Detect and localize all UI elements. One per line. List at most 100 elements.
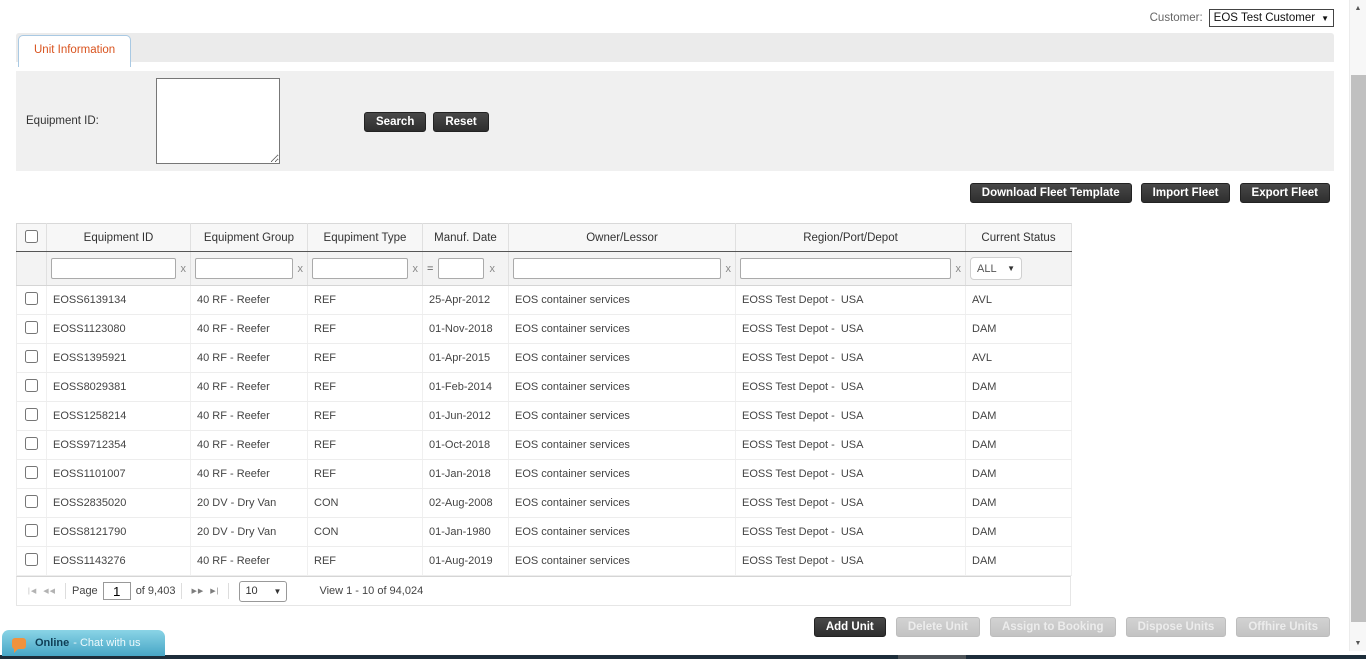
clear-filter-equipment-id[interactable]: x	[181, 263, 187, 275]
tab-strip: Unit Information	[16, 33, 1334, 62]
scroll-up-icon[interactable]: ▲	[1350, 0, 1366, 16]
actions-row: Add Unit Delete Unit Assign to Booking D…	[16, 617, 1334, 637]
cell-region-port-depot: EOSS Test Depot - USA	[736, 373, 966, 402]
col-header-owner-lessor[interactable]: Owner/Lessor	[509, 224, 736, 252]
offhire-units-button[interactable]: Offhire Units	[1236, 617, 1330, 637]
row-checkbox[interactable]	[25, 437, 38, 450]
filter-current-status-select[interactable]: ALL ▼	[970, 257, 1022, 280]
table-row[interactable]: EOSS1395921 40 RF - Reefer REF 01-Apr-20…	[17, 344, 1072, 373]
cell-region-port-depot: EOSS Test Depot - USA	[736, 489, 966, 518]
clear-filter-equipment-type[interactable]: x	[413, 263, 419, 275]
date-operator-label[interactable]: =	[427, 263, 433, 275]
cell-equipment-group: 40 RF - Reefer	[191, 344, 308, 373]
export-fleet-button[interactable]: Export Fleet	[1240, 183, 1330, 203]
row-checkbox[interactable]	[25, 495, 38, 508]
cell-owner-lessor: EOS container services	[509, 373, 736, 402]
customer-box: Customer: EOS Test Customer ▼	[1150, 9, 1334, 27]
cell-manuf-date: 01-Jan-1980	[423, 518, 509, 547]
cell-equipment-type: CON	[308, 518, 423, 547]
row-checkbox[interactable]	[25, 553, 38, 566]
reset-button[interactable]: Reset	[433, 112, 488, 132]
row-checkbox[interactable]	[25, 379, 38, 392]
table-row[interactable]: EOSS1258214 40 RF - Reefer REF 01-Jun-20…	[17, 402, 1072, 431]
dispose-units-button[interactable]: Dispose Units	[1126, 617, 1227, 637]
assign-to-booking-button[interactable]: Assign to Booking	[990, 617, 1116, 637]
table-row[interactable]: EOSS2835020 20 DV - Dry Van CON 02-Aug-2…	[17, 489, 1072, 518]
col-header-current-status[interactable]: Current Status	[966, 224, 1072, 252]
bottom-bar-segment	[898, 655, 966, 659]
cell-current-status: DAM	[966, 489, 1072, 518]
table-row[interactable]: EOSS1123080 40 RF - Reefer REF 01-Nov-20…	[17, 315, 1072, 344]
chat-bubble-icon	[12, 638, 26, 649]
table-row[interactable]: EOSS6139134 40 RF - Reefer REF 25-Apr-20…	[17, 286, 1072, 315]
tab-unit-information[interactable]: Unit Information	[18, 35, 131, 67]
page-number-input[interactable]	[103, 582, 131, 600]
row-checkbox[interactable]	[25, 292, 38, 305]
import-fleet-button[interactable]: Import Fleet	[1141, 183, 1231, 203]
page-size-value: 10	[245, 585, 257, 597]
status-selected-value: ALL	[977, 263, 997, 275]
scrollbar-thumb[interactable]	[1351, 75, 1366, 622]
filter-manuf-date-input[interactable]	[438, 258, 484, 279]
select-all-checkbox[interactable]	[25, 230, 38, 243]
cell-current-status: DAM	[966, 547, 1072, 576]
customer-select[interactable]: EOS Test Customer ▼	[1209, 9, 1334, 27]
pager-last-icon[interactable]: ▶|	[207, 587, 222, 595]
filter-equipment-group-input[interactable]	[195, 258, 293, 279]
cell-equipment-type: CON	[308, 489, 423, 518]
page-size-select[interactable]: 10 ▼	[239, 581, 287, 602]
col-header-manuf-date[interactable]: Manuf. Date	[423, 224, 509, 252]
cell-manuf-date: 01-Aug-2019	[423, 547, 509, 576]
filter-equipment-type-input[interactable]	[312, 258, 408, 279]
chat-widget[interactable]: Online - Chat with us	[2, 630, 165, 656]
cell-equipment-id: EOSS2835020	[47, 489, 191, 518]
cell-equipment-id: EOSS8029381	[47, 373, 191, 402]
col-header-equipment-type[interactable]: Equpiment Type	[308, 224, 423, 252]
search-button[interactable]: Search	[364, 112, 426, 132]
pager-next-icon[interactable]: ▶▶	[188, 587, 207, 595]
chevron-down-icon: ▼	[1007, 264, 1015, 273]
table-row[interactable]: EOSS1101007 40 RF - Reefer REF 01-Jan-20…	[17, 460, 1072, 489]
row-checkbox[interactable]	[25, 524, 38, 537]
row-checkbox[interactable]	[25, 350, 38, 363]
cell-equipment-group: 40 RF - Reefer	[191, 431, 308, 460]
clear-filter-region-port-depot[interactable]: x	[956, 263, 962, 275]
clear-filter-manuf-date[interactable]: x	[489, 263, 495, 275]
clear-filter-equipment-group[interactable]: x	[298, 263, 304, 275]
cell-equipment-group: 40 RF - Reefer	[191, 315, 308, 344]
cell-equipment-id: EOSS6139134	[47, 286, 191, 315]
clear-filter-owner-lessor[interactable]: x	[726, 263, 732, 275]
row-checkbox[interactable]	[25, 321, 38, 334]
row-checkbox-cell	[17, 315, 47, 344]
table-row[interactable]: EOSS1143276 40 RF - Reefer REF 01-Aug-20…	[17, 547, 1072, 576]
units-grid: Equipment ID Equipment Group Equpiment T…	[16, 223, 1071, 606]
filter-owner-lessor-input[interactable]	[513, 258, 721, 279]
col-header-equipment-id[interactable]: Equipment ID	[47, 224, 191, 252]
cell-equipment-type: REF	[308, 373, 423, 402]
filter-equipment-id-input[interactable]	[51, 258, 176, 279]
equipment-id-input[interactable]	[156, 78, 280, 164]
page-label: Page	[72, 585, 98, 597]
add-unit-button[interactable]: Add Unit	[814, 617, 886, 637]
filter-empty-cell	[17, 252, 47, 286]
table-row[interactable]: EOSS8121790 20 DV - Dry Van CON 01-Jan-1…	[17, 518, 1072, 547]
row-checkbox[interactable]	[25, 466, 38, 479]
col-header-equipment-group[interactable]: Equipment Group	[191, 224, 308, 252]
scroll-down-icon[interactable]: ▼	[1350, 635, 1366, 651]
download-fleet-template-button[interactable]: Download Fleet Template	[970, 183, 1132, 203]
cell-owner-lessor: EOS container services	[509, 518, 736, 547]
pager-prev-icon[interactable]: ◀◀	[40, 587, 59, 595]
cell-equipment-id: EOSS8121790	[47, 518, 191, 547]
col-header-region-port-depot[interactable]: Region/Port/Depot	[736, 224, 966, 252]
table-row[interactable]: EOSS9712354 40 RF - Reefer REF 01-Oct-20…	[17, 431, 1072, 460]
filter-region-port-depot-input[interactable]	[740, 258, 951, 279]
vertical-scrollbar[interactable]: ▲ ▼	[1349, 0, 1366, 651]
cell-equipment-type: REF	[308, 547, 423, 576]
bottom-bar	[0, 655, 1366, 659]
row-checkbox[interactable]	[25, 408, 38, 421]
delete-unit-button[interactable]: Delete Unit	[896, 617, 980, 637]
cell-owner-lessor: EOS container services	[509, 547, 736, 576]
cell-current-status: DAM	[966, 460, 1072, 489]
table-row[interactable]: EOSS8029381 40 RF - Reefer REF 01-Feb-20…	[17, 373, 1072, 402]
pager-first-icon[interactable]: |◀	[25, 587, 40, 595]
